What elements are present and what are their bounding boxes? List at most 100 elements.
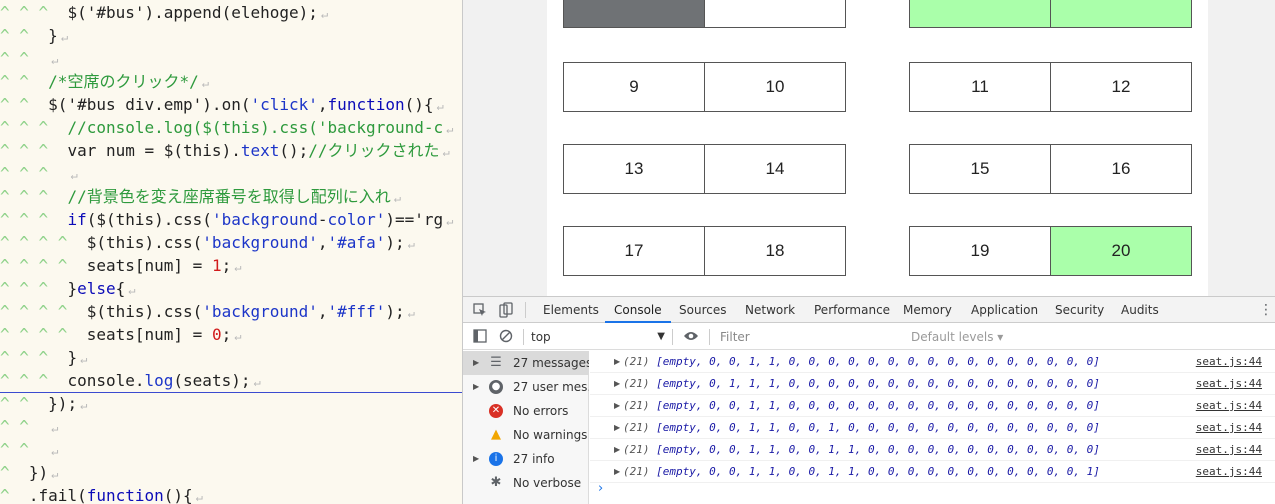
tab-elements[interactable]: Elements	[543, 297, 599, 323]
seat[interactable]: 17	[563, 226, 705, 276]
log-source-link[interactable]: seat.js:44	[1196, 373, 1262, 395]
seat[interactable]	[909, 0, 1051, 28]
seat[interactable]: 9	[563, 62, 705, 112]
inspect-element-icon[interactable]	[473, 297, 487, 323]
code-line[interactable]: ^ ^ ^ var num = $(this).text();//クリックされた…	[0, 139, 450, 162]
code-token: 0	[211, 325, 222, 344]
expand-triangle-icon[interactable]: ▶	[614, 461, 620, 483]
line-return-icon: ↵	[70, 168, 78, 182]
seat[interactable]: 12	[1050, 62, 1192, 112]
code-token: //クリックされた	[308, 141, 440, 160]
expand-triangle-icon[interactable]: ▶	[614, 417, 620, 439]
code-line[interactable]: ^ ^ /*空席のクリック*/↵	[0, 70, 209, 93]
code-line[interactable]: ^ ^ ^ console.log(seats); ↵	[0, 369, 261, 392]
tab-audits[interactable]: Audits	[1121, 297, 1159, 323]
devtools-menu-icon[interactable]: ⋮	[1259, 297, 1273, 323]
tab-memory[interactable]: Memory	[903, 297, 952, 323]
code-line[interactable]: ^ ^ }); ↵	[0, 392, 87, 415]
code-line[interactable]: ^ .fail(function(){↵	[0, 484, 203, 504]
code-line[interactable]: ^ ^ ^ //背景色を変え座席番号を取得し配列に入れ ↵	[0, 185, 401, 208]
console-log-row[interactable]: ▶ (21) [empty, 0, 0, 1, 1, 0, 0, 1, 0, 0,…	[590, 417, 1275, 439]
seat[interactable]: 14	[704, 144, 846, 194]
line-return-icon: ↵	[201, 76, 209, 90]
expand-triangle-icon[interactable]: ▶	[614, 395, 620, 417]
code-line[interactable]: ^ ^ ^ } ↵	[0, 346, 87, 369]
context-selector[interactable]: top ▼	[531, 327, 667, 347]
console-log-row[interactable]: ▶ (21) [empty, 0, 0, 1, 1, 0, 0, 1, 1, 0,…	[590, 439, 1275, 461]
sidebar-item[interactable]: ✱ No verbose	[463, 471, 589, 495]
code-line[interactable]: ^ ^ ^ $('#bus').append(elehoge); ↵	[0, 1, 328, 24]
sidebar-item-label: 27 info	[513, 452, 555, 466]
seat[interactable]	[704, 0, 846, 28]
sidebar-item-label: No verbose	[513, 476, 582, 490]
tab-network[interactable]: Network	[745, 297, 795, 323]
seat[interactable]: 15	[909, 144, 1051, 194]
seat[interactable]: 10	[704, 62, 846, 112]
console-prompt-icon[interactable]: ›	[598, 481, 603, 496]
clear-console-icon[interactable]	[499, 323, 513, 349]
seat[interactable]	[1050, 0, 1192, 28]
code-line[interactable]: ^ }) ↵	[0, 461, 58, 484]
line-return-icon: ↵	[51, 467, 59, 481]
tab-performance[interactable]: Performance	[814, 297, 890, 323]
sidebar-item[interactable]: ▶ ☰ 27 messages	[463, 351, 589, 375]
code-line[interactable]: ^ ^ } ↵	[0, 24, 68, 47]
log-source-link[interactable]: seat.js:44	[1196, 351, 1262, 373]
log-array-length: (21)	[623, 355, 650, 368]
code-editor[interactable]: ^ ^ ^ $('#bus').append(elehoge); ↵ ^ ^ } ↵ ^…	[0, 0, 462, 504]
indent-guide: ^ ^ ^	[0, 279, 68, 298]
code-line[interactable]: ^ ^ ↵	[0, 47, 58, 70]
log-source-link[interactable]: seat.js:44	[1196, 395, 1262, 417]
code-line[interactable]: ^ ^ ^ ^ $(this).css('background','#fff')…	[0, 300, 415, 323]
code-line[interactable]: ^ ^ ^ }else{↵	[0, 277, 135, 300]
seat[interactable]: 20	[1050, 226, 1192, 276]
seat[interactable]: 18	[704, 226, 846, 276]
tab-security[interactable]: Security	[1055, 297, 1104, 323]
log-source-link[interactable]: seat.js:44	[1196, 461, 1262, 483]
live-expression-eye-icon[interactable]	[683, 323, 699, 349]
seat[interactable]: 19	[909, 226, 1051, 276]
expand-triangle-icon[interactable]: ▶	[473, 447, 479, 471]
code-line[interactable]: ^ ^ ^ if($(this).css('background-color')…	[0, 208, 453, 231]
console-filter-input[interactable]	[715, 327, 903, 347]
console-log-row[interactable]: ▶ (21) [empty, 0, 1, 1, 1, 0, 0, 0, 0, 0,…	[590, 373, 1275, 395]
line-return-icon: ↵	[320, 7, 329, 21]
indent-guide: ^	[0, 486, 29, 504]
expand-triangle-icon[interactable]: ▶	[614, 373, 620, 395]
sidebar-item[interactable]: ▲ No warnings	[463, 423, 589, 447]
code-line[interactable]: ^ ^ ↵	[0, 438, 58, 461]
log-source-link[interactable]: seat.js:44	[1196, 417, 1262, 439]
code-line[interactable]: ^ ^ ↵	[0, 415, 58, 438]
code-token: $(this).css(	[86, 233, 203, 252]
show-sidebar-icon[interactable]	[473, 323, 487, 349]
seat[interactable]: 16	[1050, 144, 1192, 194]
code-line[interactable]: ^ ^ ^ //console.log($(this).css('backgro…	[0, 116, 453, 139]
expand-triangle-icon[interactable]: ▶	[473, 351, 479, 375]
code-line[interactable]: ^ ^ $('#bus div.emp').on('click',functio…	[0, 93, 444, 116]
line-return-icon: ↵	[80, 398, 88, 412]
console-log-row[interactable]: ▶ (21) [empty, 0, 0, 1, 1, 0, 0, 0, 0, 0,…	[590, 351, 1275, 373]
expand-triangle-icon[interactable]: ▶	[614, 439, 620, 461]
code-line[interactable]: ^ ^ ^ ^ $(this).css('background','#afa')…	[0, 231, 415, 254]
tab-sources[interactable]: Sources	[679, 297, 726, 323]
code-line[interactable]: ^ ^ ^ ^ seats[num] = 1; ↵	[0, 254, 241, 277]
expand-triangle-icon[interactable]: ▶	[473, 375, 479, 399]
sidebar-item-label: 27 user mes…	[513, 380, 589, 394]
code-line[interactable]: ^ ^ ^ ^ seats[num] = 0; ↵	[0, 323, 241, 346]
console-log-row[interactable]: ▶ (21) [empty, 0, 0, 1, 1, 0, 0, 0, 0, 0,…	[590, 395, 1275, 417]
tab-application[interactable]: Application	[971, 297, 1038, 323]
seat[interactable]	[563, 0, 705, 28]
log-source-link[interactable]: seat.js:44	[1196, 439, 1262, 461]
code-token: (){	[404, 95, 434, 114]
sidebar-item[interactable]: ▶ i 27 info	[463, 447, 589, 471]
seat[interactable]: 11	[909, 62, 1051, 112]
console-log-row[interactable]: ▶ (21) [empty, 0, 0, 1, 1, 0, 0, 1, 1, 0,…	[590, 461, 1275, 483]
seat[interactable]: 13	[563, 144, 705, 194]
expand-triangle-icon[interactable]: ▶	[614, 351, 620, 373]
log-levels-dropdown[interactable]: Default levels ▾	[911, 327, 1003, 347]
code-line[interactable]: ^ ^ ^ ↵	[0, 162, 78, 185]
sidebar-item[interactable]: ✕ No errors	[463, 399, 589, 423]
tab-console[interactable]: Console	[605, 297, 671, 323]
device-toolbar-icon[interactable]	[499, 297, 513, 323]
sidebar-item[interactable]: ▶ ● 27 user mes…	[463, 375, 589, 399]
